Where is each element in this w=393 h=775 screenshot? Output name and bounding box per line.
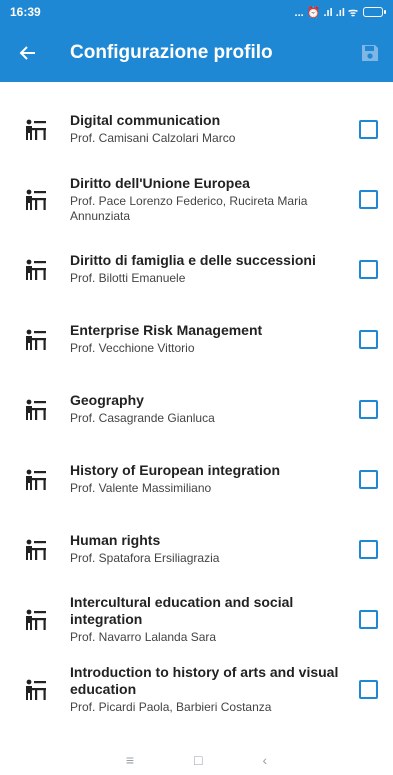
course-text: Diritto di famiglia e delle successioni P… [66, 252, 343, 286]
course-list: Digital communication Prof. Camisani Calz… [0, 94, 393, 724]
list-item[interactable]: Introduction to history of arts and visu… [0, 654, 393, 724]
course-professor: Prof. Navarro Lalanda Sara [70, 629, 217, 644]
course-text: Diritto dell'Unione Europea Prof. Pace Lo… [66, 175, 343, 224]
course-text: Digital communication Prof. Camisani Calz… [66, 112, 343, 146]
status-icons-text: ... ⏰ .ıl .ıl ᯤ [294, 6, 358, 19]
save-button[interactable] [347, 24, 393, 82]
checkbox-box [358, 539, 378, 559]
teacher-icon [0, 467, 66, 491]
checkbox-box [358, 399, 378, 419]
course-checkbox[interactable] [343, 469, 393, 489]
teacher-icon [0, 187, 66, 211]
list-item[interactable]: Diritto di famiglia e delle successioni P… [0, 234, 393, 304]
status-bar: 16:39 ... ⏰ .ıl .ıl ᯤ [0, 0, 393, 24]
status-icons: ... ⏰ .ıl .ıl ᯤ [294, 5, 386, 20]
navigation-bar: ≡ □ ‹ [0, 745, 393, 775]
course-text: History of European integration Prof. Val… [66, 462, 343, 496]
list-item[interactable]: History of European integration Prof. Val… [0, 444, 393, 514]
status-time: 16:39 [10, 5, 41, 19]
page-title: Configurazione profilo [70, 42, 273, 63]
course-title: Intercultural education and social integ… [70, 593, 294, 627]
teacher-icon [0, 397, 66, 421]
list-item[interactable]: Intercultural education and social integ… [0, 584, 393, 654]
teacher-icon [0, 607, 66, 631]
teacher-icon [0, 257, 66, 281]
checkbox-box [358, 189, 378, 209]
course-title: Geography [70, 392, 144, 408]
back-nav-button[interactable]: ‹ [262, 752, 267, 768]
course-checkbox[interactable] [343, 679, 393, 699]
course-checkbox[interactable] [343, 539, 393, 559]
checkbox-box [358, 609, 378, 629]
course-checkbox[interactable] [343, 189, 393, 209]
course-professor: Prof. Pace Lorenzo Federico, Rucireta Ma… [70, 193, 308, 223]
course-checkbox[interactable] [343, 119, 393, 139]
arrow-left-icon [19, 46, 35, 60]
checkbox-box [358, 469, 378, 489]
checkbox-box [358, 259, 378, 279]
course-checkbox[interactable] [343, 609, 393, 629]
home-nav-button[interactable]: □ [194, 752, 202, 768]
course-title: Diritto dell'Unione Europea [70, 174, 250, 191]
course-text: Geography Prof. Casagrande Gianluca [66, 392, 343, 426]
course-title: Enterprise Risk Management [70, 322, 263, 338]
course-professor: Prof. Spatafora Ersiliagrazia [70, 551, 220, 565]
course-text: Human rights Prof. Spatafora Ersiliagrazi… [66, 532, 343, 566]
course-text: Intercultural education and social integ… [66, 594, 343, 645]
toolbar: Configurazione profilo [0, 24, 393, 82]
save-icon [362, 45, 378, 61]
course-text: Enterprise Risk Management Prof. Vecchion… [66, 322, 343, 356]
course-checkbox[interactable] [343, 399, 393, 419]
course-professor: Prof. Bilotti Emanuele [70, 271, 186, 285]
list-item[interactable]: Geography Prof. Casagrande Gianluca [0, 374, 393, 444]
list-item[interactable]: Human rights Prof. Spatafora Ersiliagrazi… [0, 514, 393, 584]
battery-icon [363, 7, 386, 17]
checkbox-box [358, 329, 378, 349]
course-title: Digital communication [70, 112, 221, 128]
menu-nav-button[interactable]: ≡ [126, 752, 134, 768]
course-title: Introduction to history of arts and visu… [70, 663, 339, 697]
list-item[interactable]: Diritto dell'Unione Europea Prof. Pace Lo… [0, 164, 393, 234]
checkbox-box [358, 679, 378, 699]
teacher-icon [0, 677, 66, 701]
teacher-icon [0, 537, 66, 561]
course-text: Introduction to history of arts and visu… [66, 664, 343, 715]
course-checkbox[interactable] [343, 329, 393, 349]
course-professor: Prof. Vecchione Vittorio [70, 341, 195, 355]
course-title: Diritto di famiglia e delle successioni [70, 252, 316, 268]
checkbox-box [358, 119, 378, 139]
course-title: History of European integration [70, 462, 281, 478]
course-checkbox[interactable] [343, 259, 393, 279]
course-professor: Prof. Valente Massimiliano [70, 481, 212, 495]
back-button[interactable] [0, 24, 56, 82]
course-professor: Prof. Picardi Paola, Barbieri Costanza [70, 699, 272, 714]
course-title: Human rights [70, 532, 161, 548]
teacher-icon [0, 117, 66, 141]
course-professor: Prof. Casagrande Gianluca [70, 411, 215, 425]
list-item[interactable]: Digital communication Prof. Camisani Calz… [0, 94, 393, 164]
list-item[interactable]: Enterprise Risk Management Prof. Vecchion… [0, 304, 393, 374]
teacher-icon [0, 327, 66, 351]
course-professor: Prof. Camisani Calzolari Marco [70, 131, 236, 145]
